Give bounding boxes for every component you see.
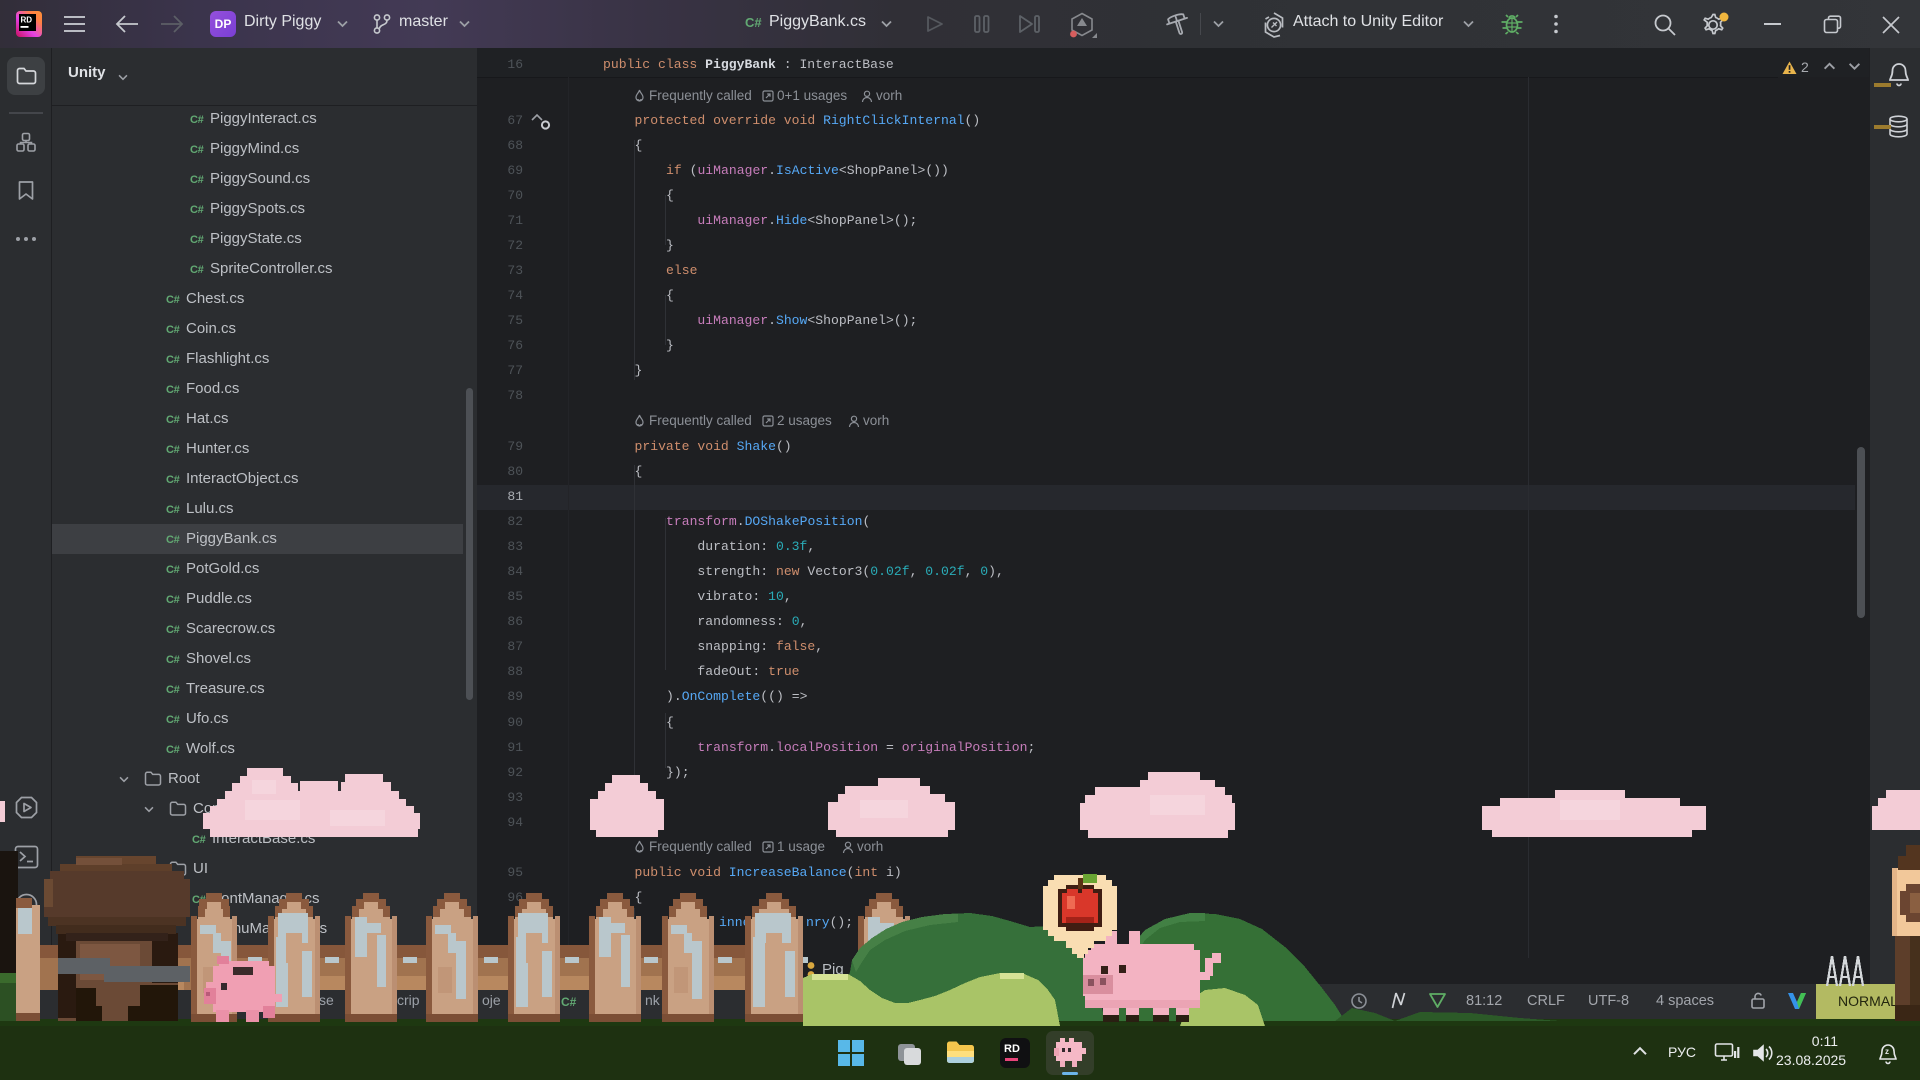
svg-text:z: z [1885,1047,1889,1056]
